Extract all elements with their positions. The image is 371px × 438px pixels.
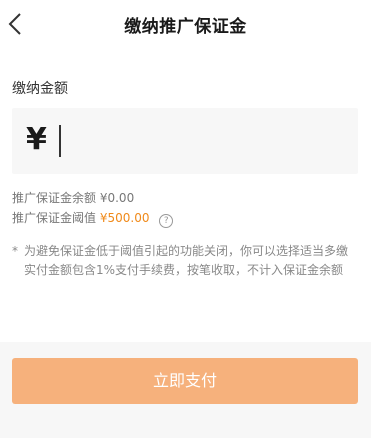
amount-field[interactable]: ¥: [12, 108, 358, 174]
balance-value: ¥0.00: [99, 191, 135, 205]
pay-now-button[interactable]: 立即支付: [12, 358, 358, 404]
footer: 立即支付: [0, 342, 371, 438]
note-item: * 为避免保证金低于阈值引起的功能关闭，你可以选择适当多缴: [12, 242, 358, 261]
nav-bar: 缴纳推广保证金: [0, 0, 371, 48]
threshold-value: ¥500.00: [99, 211, 150, 225]
page-title: 缴纳推广保证金: [124, 17, 247, 37]
threshold-label: 推广保证金阈值: [12, 211, 97, 225]
balance-label: 推广保证金余额: [12, 191, 97, 205]
note-text-1: 为避免保证金低于阈值引起的功能关闭，你可以选择适当多缴: [24, 244, 349, 258]
currency-symbol: ¥: [26, 122, 47, 157]
balance-info: 推广保证金余额 ¥0.00: [12, 189, 134, 206]
note-text-2: 实付金额包含1%支付手续费，按笔收取，不计入保证金余额: [24, 263, 344, 277]
amount-label: 缴纳金额: [12, 81, 68, 97]
amount-input[interactable]: [64, 120, 344, 160]
note-star: *: [12, 244, 18, 258]
notes: * 为避免保证金低于阈值引起的功能关闭，你可以选择适当多缴 实付金额包含1%支付手…: [12, 242, 358, 280]
text-caret: [59, 125, 61, 157]
question-circle-icon[interactable]: ?: [159, 214, 174, 228]
threshold-info: 推广保证金阈值 ¥500.00 ?: [12, 209, 174, 228]
